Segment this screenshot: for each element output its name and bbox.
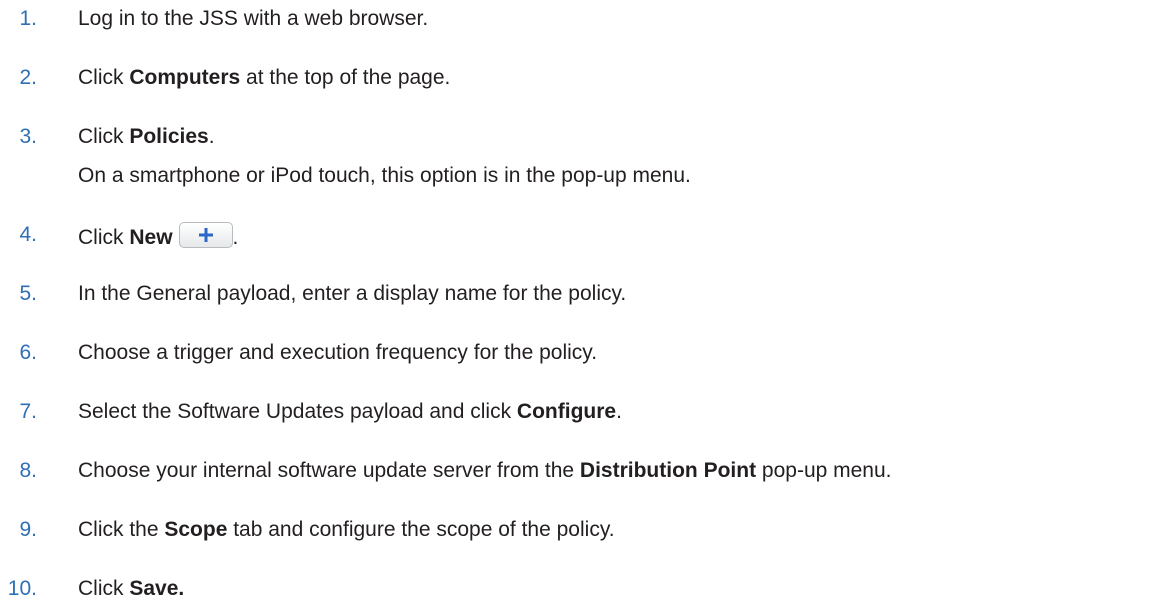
step-text: Click Computers at the top of the page.: [78, 66, 451, 89]
plus-icon: [198, 228, 213, 242]
step-number: 3.: [19, 125, 37, 148]
ui-term-policies: Policies: [129, 125, 209, 148]
step-text: Log in to the JSS with a web browser.: [78, 7, 429, 30]
step-number: 2.: [19, 66, 37, 89]
step-text: Click Policies.: [78, 125, 215, 148]
ui-term-save: Save.: [129, 577, 185, 600]
step-number: 5.: [19, 282, 37, 305]
step-number: 4.: [19, 223, 37, 246]
new-button-illustration: [178, 222, 233, 248]
ui-term-new: New: [129, 226, 173, 249]
ui-term-scope: Scope: [164, 518, 228, 541]
step-text: Choose a trigger and execution frequency…: [78, 341, 598, 364]
step-text: Click Save.: [78, 577, 185, 600]
step-note: On a smartphone or iPod touch, this opti…: [78, 164, 691, 187]
step-text: Choose your internal software update ser…: [78, 459, 892, 482]
step-number: 9.: [19, 518, 37, 541]
ui-term-distribution-point: Distribution Point: [579, 459, 757, 482]
step-number: 10.: [7, 577, 37, 600]
ui-term-computers: Computers: [129, 66, 241, 89]
step-number: 1.: [19, 7, 37, 30]
step-text: In the General payload, enter a display …: [78, 282, 627, 305]
step-text: Select the Software Updates payload and …: [78, 400, 622, 423]
step-text: Click New.: [78, 222, 238, 251]
step-text: Click the Scope tab and configure the sc…: [78, 518, 615, 541]
step-number: 8.: [19, 459, 37, 482]
step-number: 6.: [19, 341, 37, 364]
ui-term-configure: Configure: [516, 400, 617, 423]
step-number: 7.: [19, 400, 37, 423]
